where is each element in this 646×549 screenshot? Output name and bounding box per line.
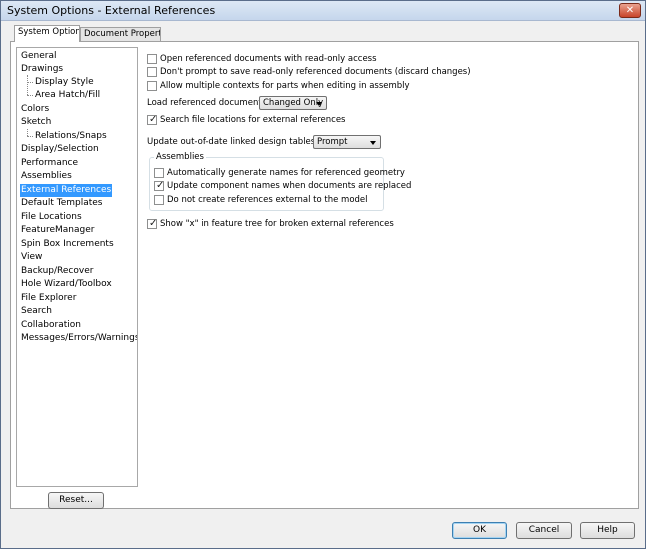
- help-button[interactable]: Help: [580, 522, 635, 539]
- tree-item-search[interactable]: Search: [20, 305, 53, 318]
- tree-item-display-selection[interactable]: Display/Selection: [20, 143, 100, 156]
- close-icon[interactable]: ✕: [619, 3, 641, 18]
- options-tree: General Drawings Display Style Area Hatc…: [16, 47, 138, 487]
- reset-button[interactable]: Reset...: [48, 492, 104, 509]
- checkmark-icon: ✓: [149, 218, 158, 229]
- chevron-down-icon: [370, 141, 376, 145]
- no-external-refs-option[interactable]: Do not create references external to the…: [154, 195, 379, 208]
- checkmark-icon: ✓: [156, 180, 165, 191]
- tree-item-file-locations[interactable]: File Locations: [20, 211, 83, 224]
- multiple-contexts-option[interactable]: Allow multiple contexts for parts when e…: [147, 81, 437, 94]
- system-options-dialog: System Options - External References ✕ S…: [0, 0, 646, 549]
- search-file-locations-option[interactable]: ✓ Search file locations for external ref…: [147, 114, 387, 128]
- tab-label: System Options: [18, 27, 80, 37]
- search-file-locations-checkbox[interactable]: ✓: [147, 114, 158, 125]
- auto-generate-names-checkbox[interactable]: [154, 168, 164, 178]
- open-readonly-label: Open referenced documents with read-only…: [160, 54, 377, 64]
- chevron-down-icon: [316, 102, 322, 106]
- tree-item-display-style[interactable]: Display Style: [34, 76, 95, 89]
- open-readonly-option[interactable]: Open referenced documents with read-only…: [147, 54, 437, 67]
- dont-prompt-save-label: Don't prompt to save read-only reference…: [160, 67, 471, 77]
- checkmark-icon: ✓: [149, 114, 158, 125]
- load-referenced-label: Load referenced documents:: [147, 98, 269, 108]
- cancel-button[interactable]: Cancel: [516, 522, 572, 539]
- tree-item-featuremanager[interactable]: FeatureManager: [20, 224, 95, 237]
- assemblies-group-title: Assemblies: [154, 152, 206, 162]
- tree-item-colors[interactable]: Colors: [20, 103, 50, 116]
- search-file-locations-label: Search file locations for external refer…: [160, 115, 346, 125]
- tree-item-hole-wizard-toolbox[interactable]: Hole Wizard/Toolbox: [20, 278, 113, 291]
- dont-prompt-save-option[interactable]: Don't prompt to save read-only reference…: [147, 67, 471, 80]
- dont-prompt-save-checkbox[interactable]: [147, 67, 157, 77]
- tree-item-general[interactable]: General: [20, 50, 57, 63]
- no-external-refs-checkbox[interactable]: [154, 195, 164, 205]
- tab-system-options[interactable]: System Options: [14, 25, 80, 42]
- update-design-tables-label: Update out-of-date linked design tables …: [147, 137, 330, 147]
- tree-item-drawings[interactable]: Drawings: [20, 63, 64, 76]
- multiple-contexts-checkbox[interactable]: [147, 81, 157, 91]
- no-external-refs-label: Do not create references external to the…: [167, 195, 368, 205]
- update-design-tables-value: Prompt: [317, 137, 348, 147]
- tree-item-view[interactable]: View: [20, 251, 43, 264]
- update-component-names-checkbox[interactable]: ✓: [154, 180, 165, 191]
- tree-item-default-templates[interactable]: Default Templates: [20, 197, 104, 210]
- tree-item-messages-errors-warnings[interactable]: Messages/Errors/Warnings: [20, 332, 137, 345]
- update-component-names-option[interactable]: ✓ Update component names when documents …: [154, 180, 411, 194]
- show-x-broken-label: Show "x" in feature tree for broken exte…: [160, 219, 394, 229]
- ok-button[interactable]: OK: [452, 522, 507, 539]
- tree-item-backup-recover[interactable]: Backup/Recover: [20, 265, 94, 278]
- tab-label: Document Properties: [84, 29, 160, 39]
- tree-item-collaboration[interactable]: Collaboration: [20, 319, 82, 332]
- tree-item-sketch[interactable]: Sketch: [20, 116, 52, 129]
- tree-item-file-explorer[interactable]: File Explorer: [20, 292, 77, 305]
- multiple-contexts-label: Allow multiple contexts for parts when e…: [160, 81, 410, 91]
- show-x-broken-option[interactable]: ✓ Show "x" in feature tree for broken ex…: [147, 218, 407, 232]
- tree-item-assemblies[interactable]: Assemblies: [20, 170, 73, 183]
- tree-item-external-references[interactable]: External References: [20, 184, 113, 197]
- window-title: System Options - External References: [7, 4, 216, 17]
- auto-generate-names-option[interactable]: Automatically generate names for referen…: [154, 168, 405, 181]
- tree-item-performance[interactable]: Performance: [20, 157, 79, 170]
- update-design-tables-select[interactable]: Prompt: [313, 135, 381, 149]
- open-readonly-checkbox[interactable]: [147, 54, 157, 64]
- auto-generate-names-label: Automatically generate names for referen…: [167, 168, 405, 178]
- title-bar[interactable]: System Options - External References ✕: [1, 1, 645, 21]
- load-referenced-select[interactable]: Changed Only: [259, 96, 327, 110]
- update-component-names-label: Update component names when documents ar…: [167, 181, 412, 191]
- tree-item-spin-box-increments[interactable]: Spin Box Increments: [20, 238, 115, 251]
- show-x-broken-checkbox[interactable]: ✓: [147, 218, 158, 229]
- tree-item-relations-snaps[interactable]: Relations/Snaps: [34, 130, 108, 143]
- tree-item-area-hatch-fill[interactable]: Area Hatch/Fill: [34, 89, 101, 102]
- load-referenced-value: Changed Only: [263, 98, 324, 108]
